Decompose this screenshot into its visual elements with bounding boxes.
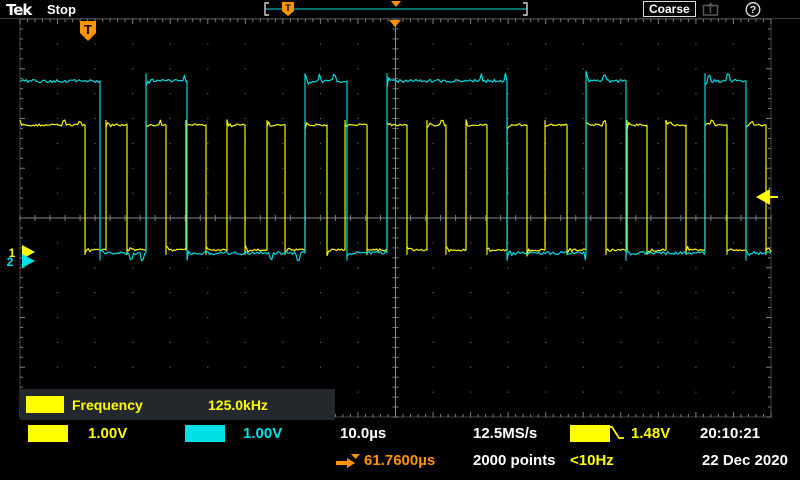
ch1-scale-value: 1.00V (88, 425, 127, 442)
measurement-name: Frequency (72, 397, 143, 413)
coarse-button[interactable]: Coarse (643, 1, 696, 17)
readout-bar: CH1 1.00V CH2 1.00V 10.0µs 12.5MS/s CH1 … (0, 420, 800, 480)
trigger-frequency-value: <10Hz (570, 452, 614, 469)
save-icon[interactable] (700, 1, 722, 17)
oscilloscope-screen: 12T Tek Stop T Coarse ? CH1 Frequency 12… (0, 0, 800, 480)
clock-time: 20:10:21 (700, 425, 760, 442)
trigger-time-badge[interactable]: T (80, 21, 96, 41)
header-bar: Tek Stop T Coarse ? (0, 0, 800, 19)
trigger-level-value: 1.48V (631, 425, 670, 442)
sample-rate-value: 12.5MS/s (473, 425, 537, 442)
delay-arrow-icon (334, 453, 361, 470)
timebase-value: 10.0µs (340, 425, 386, 442)
trigger-source-chip: CH1 (570, 425, 610, 442)
trigger-position-triangle[interactable] (389, 20, 401, 27)
record-length-value: 2000 points (473, 452, 556, 469)
falling-edge-icon (605, 424, 627, 442)
svg-text:2: 2 (7, 255, 14, 269)
trigger-level-arrow[interactable] (756, 189, 778, 205)
trigger-position-bar[interactable]: T (0, 0, 560, 18)
horizontal-delay-value: 61.7600µs (364, 452, 435, 469)
svg-text:T: T (285, 3, 291, 13)
date-value: 22 Dec 2020 (702, 452, 788, 469)
measurement-value: 125.0kHz (208, 397, 268, 413)
ch2-label-chip: CH2 (185, 425, 225, 442)
ch2-ground-marker[interactable]: 2 (7, 254, 35, 269)
svg-text:T: T (84, 22, 92, 37)
measurement-box: CH1 Frequency 125.0kHz (20, 389, 335, 420)
trigger-bar-t-marker[interactable]: T (282, 2, 294, 16)
measurement-source-chip: CH1 (26, 396, 64, 413)
ch1-label-chip: CH1 (28, 425, 68, 442)
help-icon[interactable]: ? (744, 1, 762, 18)
help-glyph: ? (750, 4, 756, 16)
ch2-scale-value: 1.00V (243, 425, 282, 442)
